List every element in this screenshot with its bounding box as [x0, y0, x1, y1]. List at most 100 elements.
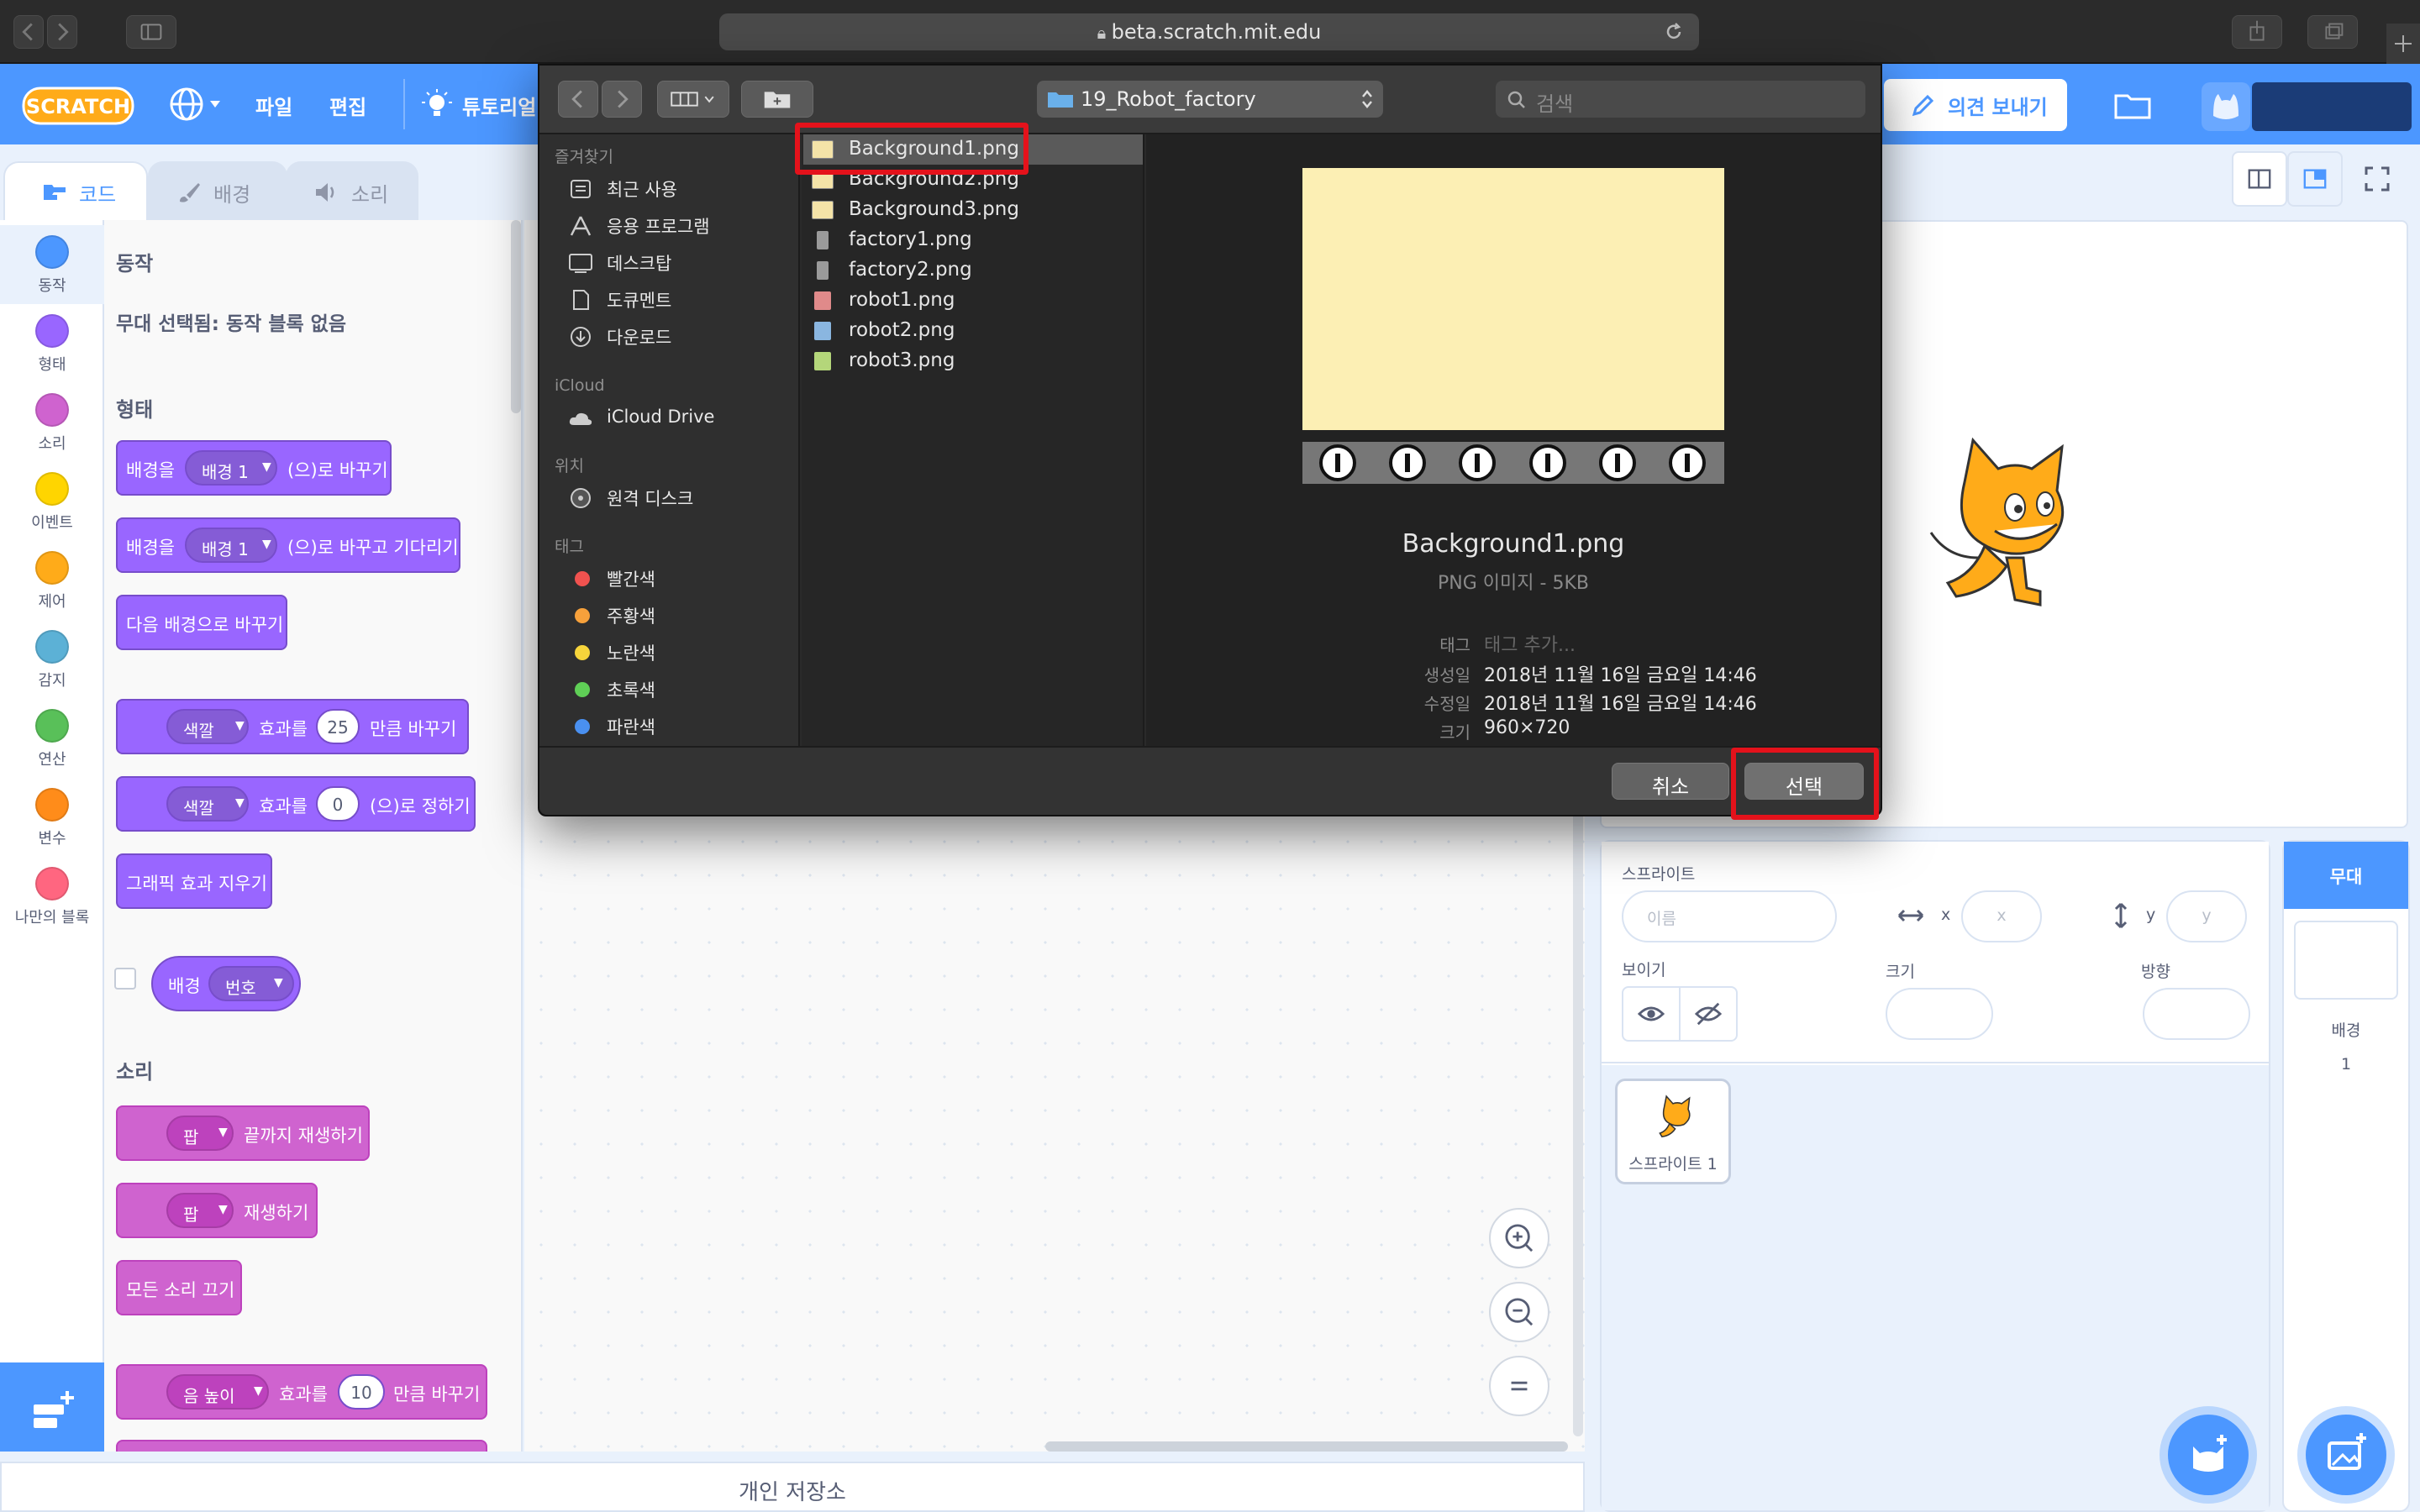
sidebar-item-icloud-drive[interactable]: iCloud Drive [607, 407, 714, 427]
fullscreen-button[interactable] [2349, 151, 2405, 207]
block-change-pitch-effect[interactable]: 음 높이 ▼ 효과를 10 만큼 바꾸기 [116, 1364, 487, 1420]
category-control[interactable]: 제어 [0, 541, 104, 620]
sprite-info-panel: 스프라이트 이름 x x y y 보이기 크기 방향 [1602, 842, 2269, 1063]
modified-label: 수정일 [1423, 694, 1470, 714]
direction-input[interactable] [2143, 988, 2250, 1040]
address-bar[interactable]: 🔒︎ beta.scratch.mit.edu [719, 13, 1699, 50]
choose-sprite-button[interactable] [2168, 1415, 2249, 1495]
sidebar-toggle-button[interactable] [126, 15, 176, 49]
file-row[interactable]: robot3.png [803, 346, 1143, 376]
category-motion[interactable]: 동작 [0, 225, 104, 304]
add-extension-button[interactable] [0, 1362, 104, 1452]
feedback-button[interactable]: 의견 보내기 [1884, 79, 2067, 131]
category-sensing[interactable]: 감지 [0, 620, 104, 699]
paintbrush-icon [180, 183, 200, 202]
hide-sprite-button[interactable] [1679, 986, 1738, 1042]
reporter-checkbox[interactable] [114, 968, 136, 990]
block-next-backdrop[interactable]: 다음 배경으로 바꾸기 [116, 595, 287, 650]
workspace-horizontal-scrollbar[interactable] [1045, 1441, 1568, 1452]
sidebar-tag-green[interactable]: 초록색 [607, 677, 655, 702]
sprite-name-input[interactable]: 이름 [1622, 890, 1837, 942]
block-switch-backdrop[interactable]: 배경을 배경 1 ▼ (으)로 바꾸기 [116, 440, 392, 496]
account-name-area[interactable] [2252, 82, 2412, 131]
folder-icon[interactable] [2109, 86, 2156, 124]
block-start-sound[interactable]: 팝 ▼ 재생하기 [116, 1183, 318, 1238]
dialog-forward-button[interactable] [602, 81, 642, 118]
block-set-effect[interactable]: 색깔 ▼ 효과를 0 (으)로 정하기 [116, 776, 476, 832]
file-row[interactable]: robot2.png [803, 316, 1143, 346]
effect-value-input[interactable]: 0 [316, 786, 360, 822]
menu-edit[interactable]: 편집 [329, 91, 366, 120]
sidebar-tag-orange[interactable]: 주황색 [607, 603, 655, 628]
menu-tutorials[interactable]: 튜토리얼 [462, 91, 536, 120]
block-backdrop-number-reporter[interactable]: 배경 번호 ▼ [151, 956, 301, 1011]
browser-back-button[interactable] [13, 15, 44, 49]
language-globe-icon[interactable] [163, 82, 229, 126]
new-folder-button[interactable] [741, 81, 813, 118]
menu-file[interactable]: 파일 [255, 91, 292, 120]
scratch-logo[interactable]: SCRATCH [22, 85, 134, 127]
dialog-search-field[interactable]: 검색 [1496, 81, 1865, 118]
file-row[interactable]: factory1.png [803, 225, 1143, 255]
effect-amount-input[interactable]: 25 [316, 709, 360, 744]
location-popup[interactable]: 19_Robot_factory [1037, 81, 1383, 118]
zoom-out-button[interactable] [1489, 1282, 1549, 1342]
dialog-back-button[interactable] [558, 81, 598, 118]
category-my-blocks[interactable]: 나만의 블록 [0, 857, 104, 936]
browser-forward-button[interactable] [47, 15, 77, 49]
sidebar-tag-yellow[interactable]: 노란색 [607, 640, 655, 665]
y-position-input[interactable]: y [2166, 890, 2247, 942]
sidebar-item-applications[interactable]: 응용 프로그램 [607, 213, 710, 239]
category-events[interactable]: 이벤트 [0, 462, 104, 541]
cancel-button[interactable]: 취소 [1612, 763, 1729, 800]
backpack-bar[interactable]: 개인 저장소 [0, 1462, 1585, 1512]
block-partial[interactable] [116, 1440, 487, 1452]
category-variables[interactable]: 변수 [0, 778, 104, 857]
backdrop-thumbnail[interactable] [2294, 921, 2398, 1000]
sidebar-item-remote-disc[interactable]: 원격 디스크 [607, 486, 693, 511]
sidebar-tag-blue[interactable]: 파란색 [607, 714, 655, 739]
user-avatar[interactable] [2202, 82, 2250, 131]
file-row[interactable]: robot1.png [803, 286, 1143, 316]
view-mode-button[interactable] [657, 81, 729, 118]
tab-sounds[interactable]: 소리 [286, 161, 418, 222]
zoom-in-button[interactable] [1489, 1208, 1549, 1268]
sidebar-item-downloads[interactable]: 다운로드 [607, 324, 671, 349]
choose-backdrop-button[interactable] [2306, 1415, 2386, 1495]
category-looks[interactable]: 형태 [0, 304, 104, 383]
size-input[interactable] [1886, 988, 1993, 1040]
add-tags-field[interactable]: 태그 추가... [1484, 630, 1576, 657]
zoom-reset-button[interactable] [1489, 1356, 1549, 1416]
file-row[interactable]: factory2.png [803, 255, 1143, 286]
palette-scrollbar[interactable] [511, 220, 521, 413]
tab-code[interactable]: 코드 [3, 161, 148, 222]
small-stage-button[interactable] [2232, 151, 2287, 207]
sidebar-tag-red[interactable]: 빨간색 [607, 566, 655, 591]
sidebar-item-recents[interactable]: 최근 사용 [607, 176, 677, 202]
category-operators[interactable]: 연산 [0, 699, 104, 778]
sidebar-item-documents[interactable]: 도큐멘트 [607, 287, 671, 312]
reload-icon[interactable] [1664, 22, 1684, 42]
show-sprite-button[interactable] [1622, 986, 1681, 1042]
chevron-right-icon [618, 90, 629, 108]
block-switch-backdrop-and-wait[interactable]: 배경을 배경 1 ▼ (으)로 바꾸고 기다리기 [116, 517, 460, 573]
block-play-sound-until-done[interactable]: 팝 ▼ 끝까지 재생하기 [116, 1105, 370, 1161]
cat-sprite[interactable] [1914, 432, 2096, 623]
share-button[interactable] [2232, 15, 2282, 49]
tabs-overview-button[interactable] [2307, 15, 2358, 49]
new-tab-button[interactable] [2386, 24, 2420, 64]
block-stop-all-sounds[interactable]: 모든 소리 끄기 [116, 1260, 242, 1315]
block-clear-graphic-effects[interactable]: 그래픽 효과 지우기 [116, 853, 272, 909]
block-text: 효과를 [259, 719, 308, 739]
block-text: 모든 소리 끄기 [126, 1280, 235, 1300]
sidebar-item-desktop[interactable]: 데스크탑 [607, 250, 671, 276]
sprite-tile[interactable]: 스프라이트 1 [1615, 1079, 1731, 1184]
pitch-amount-input[interactable]: 10 [338, 1374, 385, 1410]
category-sound[interactable]: 소리 [0, 383, 104, 462]
feedback-label: 의견 보내기 [1948, 96, 2048, 119]
normal-stage-button[interactable] [2287, 151, 2343, 207]
block-change-effect[interactable]: 색깔 ▼ 효과를 25 만큼 바꾸기 [116, 699, 469, 754]
file-row[interactable]: Background3.png [803, 195, 1143, 225]
x-position-input[interactable]: x [1961, 890, 2042, 942]
tab-backdrops[interactable]: 배경 [148, 161, 287, 222]
